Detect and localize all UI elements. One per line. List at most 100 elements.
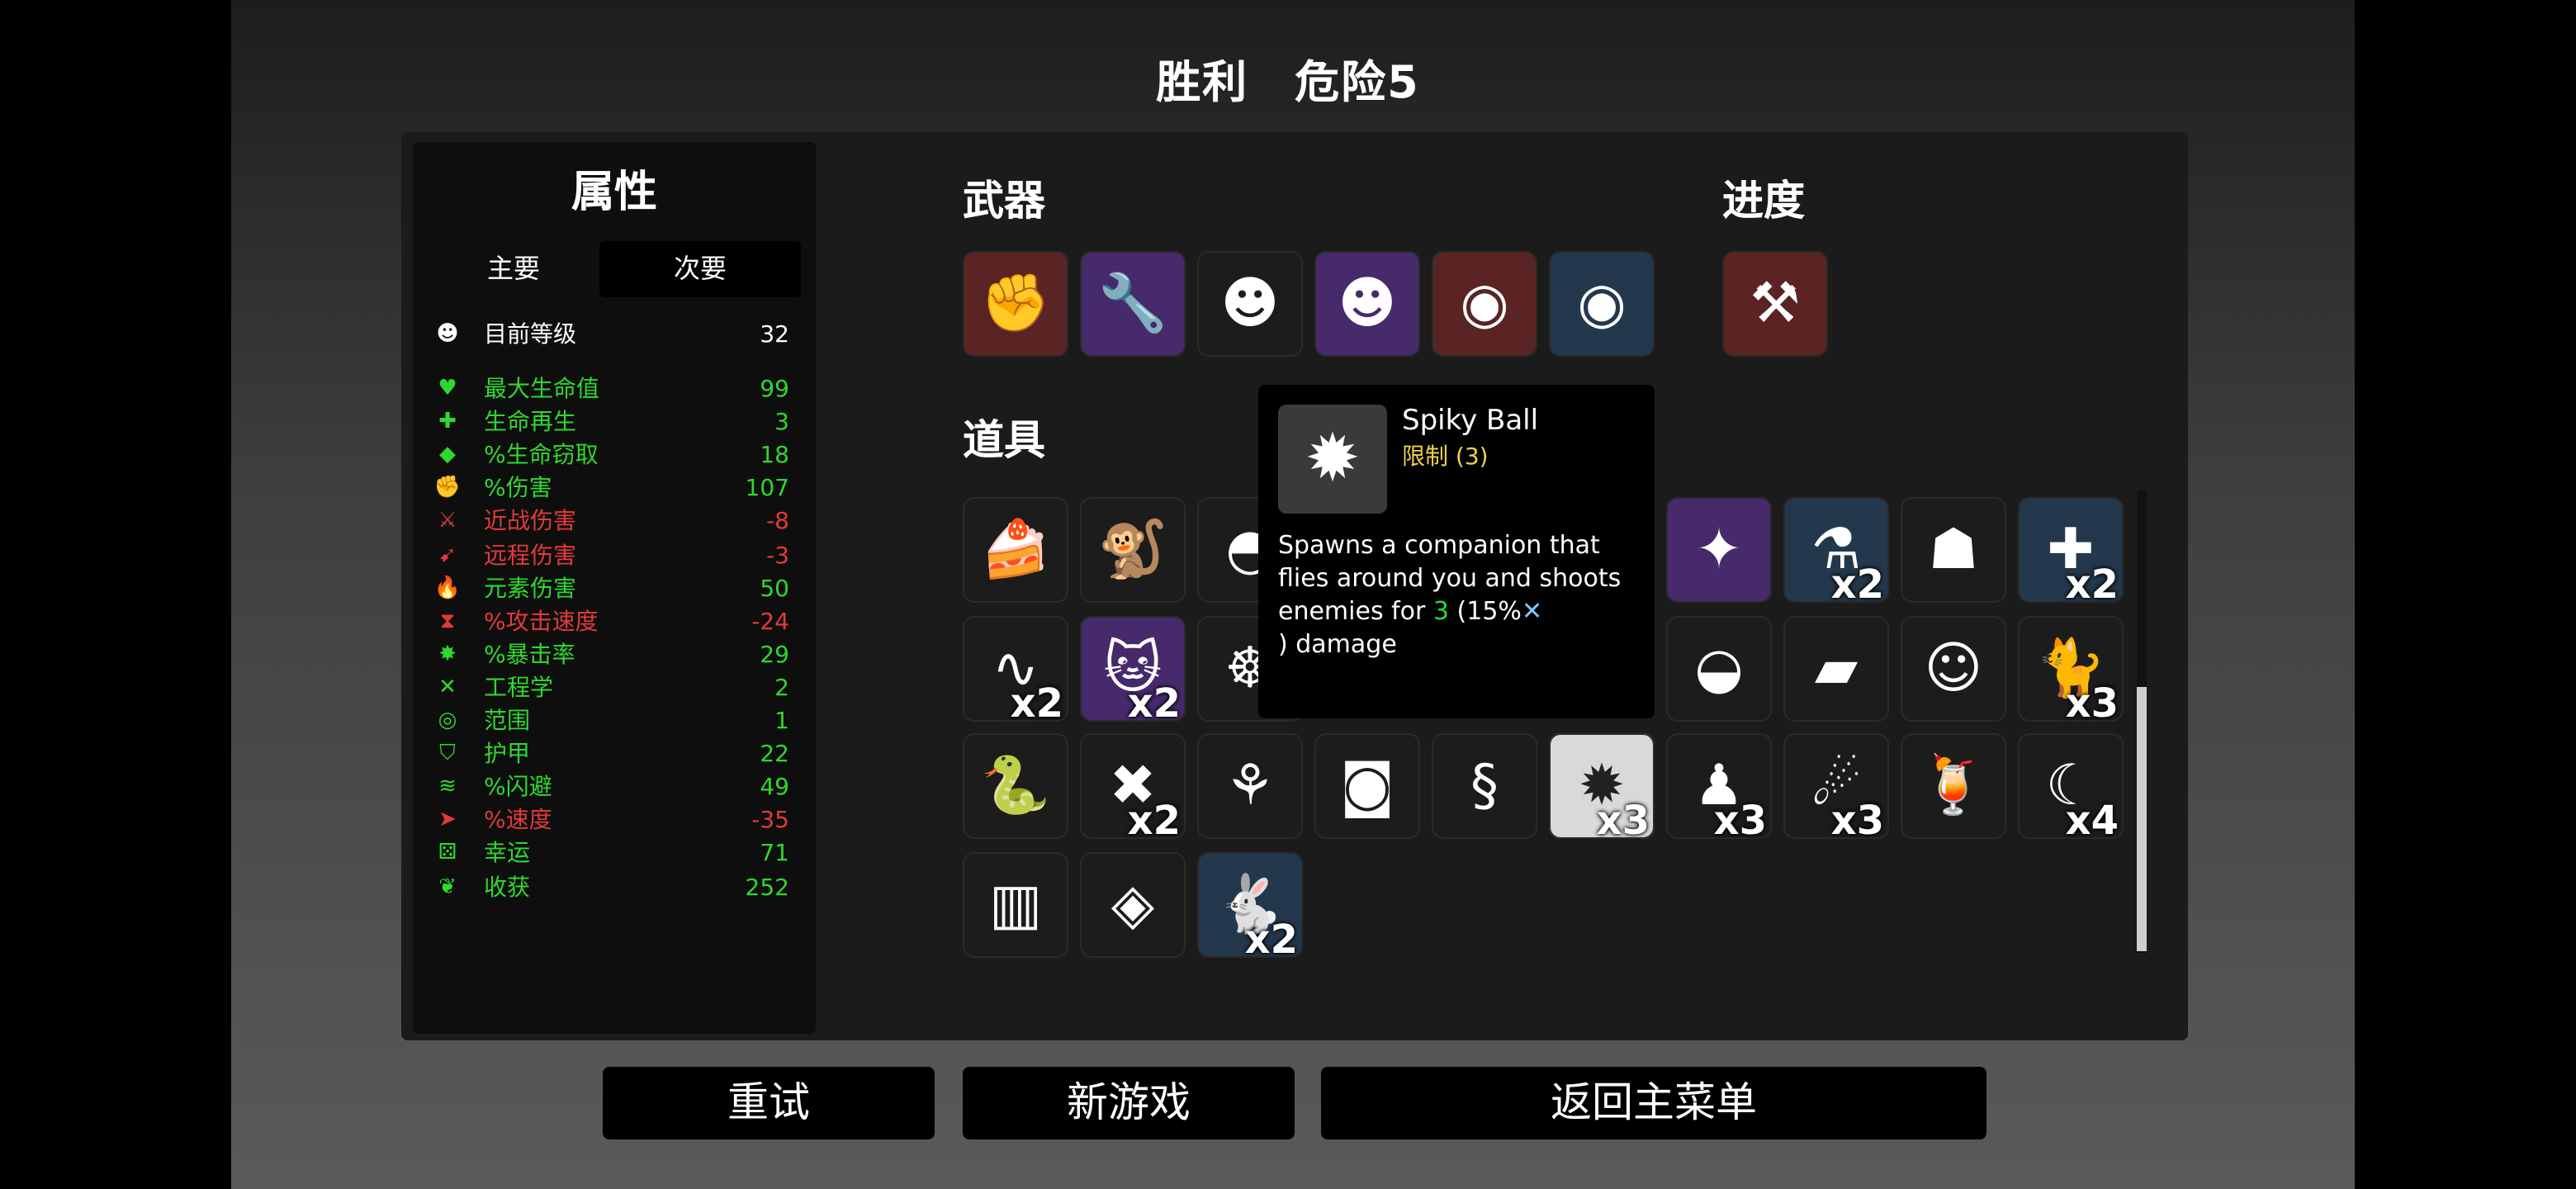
stat-row: ➤ %速度 -35 [433, 805, 793, 838]
item-count: x3 [1830, 798, 1884, 844]
pruner-ghost-icon: ☻ [1220, 271, 1280, 337]
item-count: x2 [1127, 680, 1181, 726]
stat-row: ⚔ 近战伤害 -8 [433, 506, 793, 539]
sausage-slot[interactable]: ☄ x3 [1783, 733, 1889, 844]
stat-icon: ⛉ [439, 741, 456, 767]
sprout-slot[interactable]: ⚘ [1197, 733, 1303, 839]
tab-secondary[interactable]: 次要 [599, 241, 801, 297]
camera-drone-icon: ◙ [1340, 753, 1395, 819]
cocktail-slot[interactable]: 🍹 [1901, 733, 2006, 839]
stat-label: 范围 [484, 708, 530, 735]
scarecrow-slot[interactable]: ♟ x3 [1666, 733, 1772, 842]
propeller-hat-slot[interactable]: ◒ [1666, 615, 1772, 721]
jacket-slot[interactable]: ▥ [963, 851, 1068, 957]
stat-row: ◎ 范围 1 [433, 705, 793, 738]
scrollbar-thumb[interactable] [2137, 687, 2147, 951]
stat-row: ✚ 生命再生 3 [433, 406, 793, 439]
power-fist-slot[interactable]: ✊ [963, 251, 1068, 357]
stat-value: 29 [760, 642, 789, 669]
item-count: x2 [2065, 561, 2119, 608]
engineering-icon: ✕ [1521, 596, 1543, 626]
anvil-icon: ⚒ [1750, 271, 1801, 337]
stat-value: -24 [751, 609, 789, 636]
item-count: x2 [1010, 680, 1063, 726]
power-fist-icon: ✊ [980, 271, 1051, 337]
anvil-slot[interactable]: ⚒ [1722, 251, 1828, 357]
result-label: 胜利 [1156, 58, 1249, 109]
stat-icon: 🔥 [433, 576, 462, 601]
medic-pack-slot[interactable]: ✚ x2 [2018, 497, 2124, 608]
cat-slot[interactable]: 🐱 x2 [1080, 615, 1186, 726]
black-cat-slot[interactable]: 🐈 x3 [2018, 615, 2124, 726]
stat-label: %暴击率 [484, 642, 575, 669]
golden-box-slot[interactable]: ✦ [1666, 497, 1772, 603]
stat-value: -8 [766, 509, 789, 536]
stat-label: %攻击速度 [484, 609, 599, 636]
claw-slot[interactable]: ☾ x4 [2018, 733, 2124, 842]
sprout-icon: ⚘ [1224, 753, 1276, 819]
pruner-ghost-icon: ☻ [1338, 271, 1397, 337]
item-count: x3 [2065, 680, 2119, 726]
stat-icon: ⧗ [439, 609, 456, 634]
stat-label: 最大生命值 [484, 377, 599, 403]
weapons-title: 武器 [963, 177, 1046, 225]
monkey-slot[interactable]: 🐒 [1080, 497, 1186, 603]
tooltip-item-name: Spiky Ball [1402, 405, 1539, 438]
stat-icon: ✸ [438, 642, 457, 667]
eye-tome-slot[interactable]: ◉ [1549, 251, 1655, 357]
golden-box-icon: ✦ [1695, 517, 1743, 583]
progress-title: 进度 [1722, 177, 1806, 225]
stat-value: 1 [774, 708, 789, 735]
stat-row-level: ☻ 目前等级 32 [433, 319, 793, 352]
items-title: 道具 [963, 416, 1046, 464]
item-count: x2 [1244, 916, 1298, 962]
stat-label: %生命窃取 [484, 443, 599, 470]
stat-label: 幸运 [484, 841, 530, 868]
stat-icon: ✚ [438, 410, 457, 435]
tab-primary[interactable]: 主要 [413, 241, 614, 297]
retry-button[interactable]: 重试 [603, 1067, 935, 1139]
snake-slot[interactable]: 🐍 [963, 733, 1068, 839]
bat-slot[interactable]: ✖ x2 [1080, 733, 1186, 842]
main-menu-button[interactable]: 返回主菜单 [1321, 1067, 1986, 1139]
stat-icon: ➹ [438, 542, 457, 567]
ghost-slot[interactable]: ☺ [1901, 615, 2006, 721]
spiky-ball-icon: ✹ [1278, 405, 1387, 514]
tentacle-slot[interactable]: ∿ x2 [963, 615, 1068, 726]
stat-label: 近战伤害 [484, 509, 576, 536]
cocktail-icon: 🍹 [1918, 753, 1989, 819]
stat-icon: ✊ [433, 476, 462, 501]
banknote-slot[interactable]: ◈ [1080, 851, 1186, 957]
stat-label: 元素伤害 [484, 576, 576, 603]
stat-value: 71 [760, 841, 789, 868]
ghost-hood-slot[interactable]: ☗ [1901, 497, 2006, 603]
ghost-icon: ☺ [1924, 635, 1983, 701]
stat-value: 49 [760, 775, 789, 802]
stat-value: 3 [774, 410, 789, 437]
stat-label: 远程伤害 [484, 542, 576, 569]
pruner-ghost-slot[interactable]: ☻ [1197, 251, 1303, 357]
stat-row: ❦ 收获 252 [433, 871, 793, 904]
pruner-ghost-slot[interactable]: ☻ [1314, 251, 1420, 357]
eye-tome-slot[interactable]: ◉ [1432, 251, 1537, 357]
worm-slot[interactable]: § [1432, 733, 1537, 839]
ghost-hood-icon: ☗ [1928, 517, 1979, 583]
cake-slot[interactable]: 🍰 [963, 497, 1068, 603]
stat-label: %闪避 [484, 775, 552, 802]
tooltip-limit: 限制 (3) [1402, 444, 1489, 471]
eye-tome-icon: ◉ [1460, 271, 1509, 337]
stat-row: ♥ 最大生命值 99 [433, 373, 793, 406]
stat-icon: ⚄ [438, 841, 457, 866]
spiky-ball-slot[interactable]: ✹ x3 [1549, 733, 1655, 842]
potion-slot[interactable]: ⚗ x2 [1783, 497, 1889, 606]
stat-value: 32 [760, 322, 789, 348]
camera-drone-slot[interactable]: ◙ [1314, 733, 1420, 839]
stat-row: ≋ %闪避 49 [433, 771, 793, 804]
new-game-button[interactable]: 新游戏 [963, 1067, 1295, 1139]
rabbit-slot[interactable]: 🐇 x2 [1197, 851, 1303, 962]
stat-value: 18 [760, 443, 789, 470]
propeller-hat-icon: ◒ [1694, 635, 1744, 701]
wrench-slot[interactable]: 🔧 [1080, 251, 1186, 357]
stat-value: 50 [760, 576, 789, 603]
book-slot[interactable]: ▰ [1783, 615, 1889, 721]
